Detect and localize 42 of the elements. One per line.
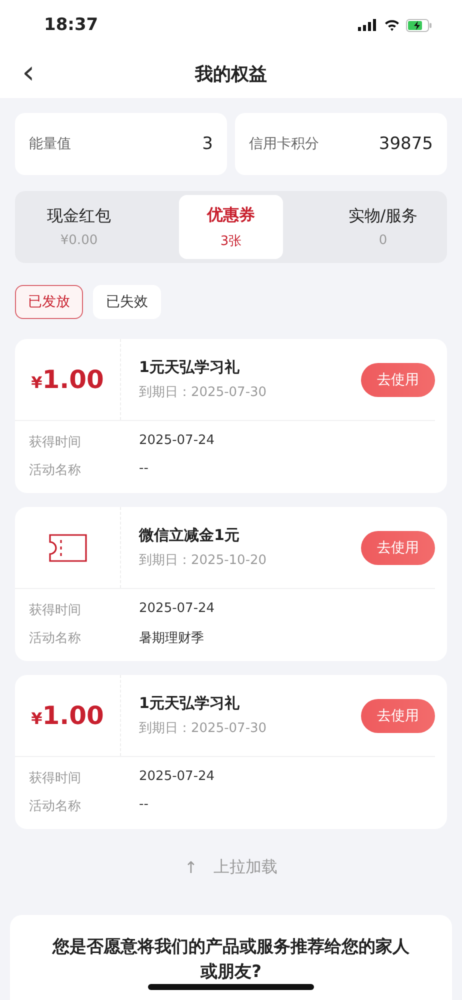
stat-label: 能量值 bbox=[29, 135, 71, 153]
coupon-amount: ¥1.00 bbox=[31, 701, 104, 730]
coupon-title: 1元天弘学习礼 bbox=[139, 694, 240, 713]
expiry-date: 到期日：2025-10-20 bbox=[139, 552, 268, 569]
info-value: 2025-07-24 bbox=[139, 433, 215, 450]
category-tab[interactable]: 实物/服务 0 bbox=[323, 195, 443, 259]
stat-label: 信用卡积分 bbox=[249, 135, 319, 153]
coupon-amount: ¥1.00 bbox=[31, 365, 104, 394]
info-value: 2025-07-24 bbox=[139, 601, 215, 618]
coupon-title: 1元天弘学习礼 bbox=[139, 358, 240, 377]
load-more-text: 上拉加载 bbox=[214, 857, 278, 878]
use-button[interactable]: 去使用 bbox=[361, 362, 435, 396]
info-value: -- bbox=[139, 797, 148, 814]
info-label: 获得时间 bbox=[29, 602, 82, 619]
category-tab[interactable]: 优惠券 3张 bbox=[179, 195, 283, 259]
status-time: 18:37 bbox=[44, 15, 98, 35]
info-label: 活动名称 bbox=[29, 462, 82, 479]
battery-icon bbox=[406, 18, 432, 32]
signal-icon bbox=[358, 19, 378, 31]
info-label: 获得时间 bbox=[29, 434, 82, 451]
info-value: -- bbox=[139, 461, 148, 478]
coupon-title: 微信立减金1元 bbox=[139, 526, 240, 545]
stat-value: 39875 bbox=[378, 134, 433, 154]
use-button[interactable]: 去使用 bbox=[361, 698, 435, 732]
up-arrow-icon: ↑ bbox=[184, 858, 198, 877]
back-button[interactable]: ‹ bbox=[22, 56, 35, 88]
filter-chip[interactable]: 已失效 bbox=[93, 285, 161, 319]
page-title: 我的权益 bbox=[195, 63, 267, 86]
use-button[interactable]: 去使用 bbox=[361, 530, 435, 564]
info-label: 活动名称 bbox=[29, 630, 82, 647]
category-tab[interactable]: 现金红包 ¥0.00 bbox=[19, 195, 139, 259]
stat-value: 3 bbox=[202, 134, 213, 154]
expiry-date: 到期日：2025-07-30 bbox=[139, 384, 268, 401]
ticket-icon bbox=[48, 534, 86, 562]
survey-question: 您是否愿意将我们的产品或服务推荐给您的家人或朋友? bbox=[51, 936, 410, 984]
wifi-icon bbox=[384, 19, 400, 31]
expiry-date: 到期日：2025-07-30 bbox=[139, 720, 268, 737]
info-value: 2025-07-24 bbox=[139, 769, 215, 786]
info-value: 暑期理财季 bbox=[139, 630, 204, 647]
info-label: 活动名称 bbox=[29, 798, 82, 815]
info-label: 获得时间 bbox=[29, 770, 82, 787]
filter-chip[interactable]: 已发放 bbox=[15, 285, 83, 319]
